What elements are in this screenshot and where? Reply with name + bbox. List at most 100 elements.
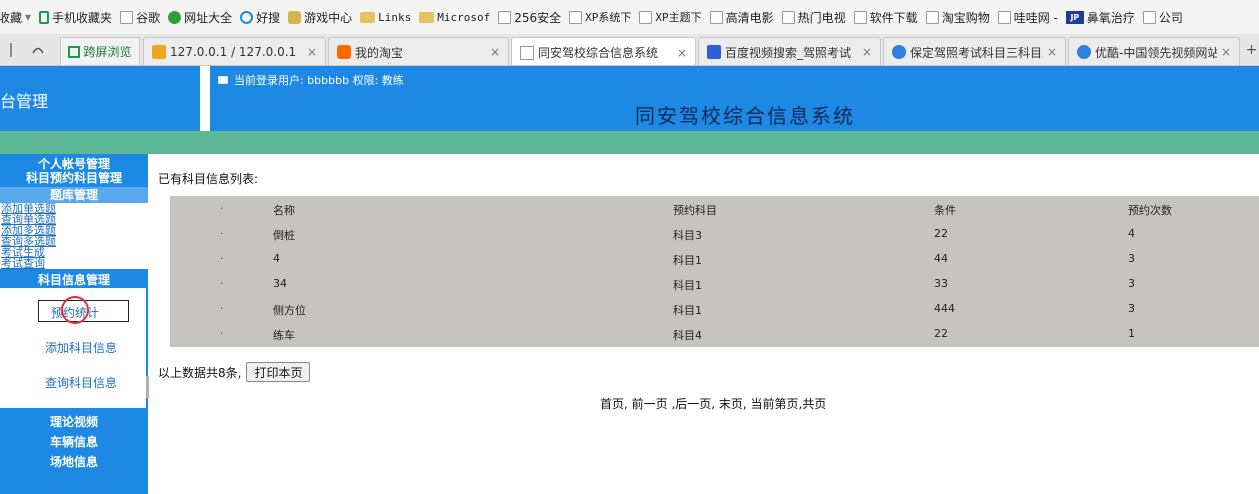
table-cell: 4: [273, 252, 280, 265]
login-info: 当前登录用户: bbbbbb 权限: 教练: [218, 72, 404, 88]
browser-tab[interactable]: 127.0.0.1 / 127.0.0.1 ×: [143, 37, 326, 65]
new-tab-button[interactable]: +: [1244, 34, 1259, 65]
bookmark-label: 256安全: [514, 10, 562, 25]
bookmark-item[interactable]: 热门电视: [781, 9, 846, 26]
bookmark-item[interactable]: 游戏中心: [288, 9, 352, 26]
bookmark-label: 鼻氧治疗: [1086, 10, 1135, 25]
bookmark-label: 收藏: [0, 10, 23, 25]
table-cell: 练车: [273, 329, 295, 342]
bookmark-item[interactable]: XP主题下: [639, 9, 702, 25]
column-header: 预约次数: [1128, 204, 1172, 217]
table-cell: 科目4: [673, 329, 702, 342]
sidebar-item-subject-info[interactable]: 科目信息管理: [0, 272, 148, 288]
booking-stats-link[interactable]: 预约统计: [38, 296, 129, 324]
sidebar-resize-handle[interactable]: [146, 376, 149, 398]
table-cell: 3: [1128, 252, 1135, 265]
bullet-icon: ·: [220, 327, 224, 340]
page-icon: [120, 10, 134, 24]
table-cell: 33: [934, 277, 948, 290]
close-icon[interactable]: ×: [1221, 45, 1231, 59]
taobao-icon: [337, 45, 351, 59]
bookmark-item[interactable]: 256安全: [498, 9, 561, 26]
close-icon[interactable]: ×: [490, 45, 500, 59]
table-row: · 侧方位 科目1 444 3: [170, 296, 1259, 321]
game-icon: [288, 10, 302, 24]
bookmark-item[interactable]: 哇哇网 -: [997, 9, 1058, 26]
bookmark-item[interactable]: 高清电影: [709, 9, 774, 26]
split-screen-label: 跨屏浏览: [83, 45, 132, 59]
query-subject-link[interactable]: 查询科目信息: [45, 374, 117, 391]
close-icon[interactable]: ×: [862, 45, 872, 59]
chevron-down-icon[interactable]: ▾: [25, 10, 31, 24]
sidebar-item-personal-account[interactable]: 个人帐号管理: [0, 154, 148, 171]
table-row: · 34 科目1 33 3: [170, 271, 1259, 296]
bookmark-item[interactable]: Links: [360, 11, 411, 24]
bullet-icon: ·: [220, 202, 224, 215]
close-icon[interactable]: ×: [677, 46, 687, 60]
close-icon[interactable]: ×: [307, 45, 317, 59]
table-cell: 科目1: [673, 304, 702, 317]
sidebar-item-theory-video[interactable]: 理论视频: [0, 414, 148, 430]
header-divider: [200, 66, 210, 131]
phone-icon: [39, 10, 50, 24]
bookmark-item[interactable]: 公司: [1142, 9, 1183, 26]
table-cell: 倒桩: [273, 229, 295, 242]
sidebar-item-site-info[interactable]: 场地信息: [0, 454, 148, 470]
bookmark-label: XP主题下: [655, 11, 702, 24]
browser-tab[interactable]: 优酷-中国领先视频网站, ×: [1068, 37, 1240, 65]
page-icon: [925, 10, 939, 24]
bookmark-item[interactable]: Microsof: [419, 11, 490, 24]
bookmark-item[interactable]: 软件下载: [853, 9, 918, 26]
sidebar-item-subject-booking[interactable]: 科目预约科目管理: [9, 172, 139, 185]
close-icon[interactable]: ×: [1047, 45, 1057, 59]
column-header: 预约科目: [673, 204, 717, 217]
split-screen-button[interactable]: 跨屏浏览: [60, 37, 140, 65]
bookmark-label: 哇哇网 -: [1013, 10, 1058, 25]
tab-title: 我的淘宝: [355, 45, 404, 60]
pagination[interactable]: 首页, 前一页 ,后一页, 末页, 当前第页,共页: [600, 395, 826, 412]
bookmark-label: Links: [378, 10, 412, 24]
bookmark-item[interactable]: 好搜: [240, 9, 280, 26]
table-cell: 科目3: [673, 229, 702, 242]
tab-scroll-left-icon[interactable]: [4, 34, 18, 65]
bookmark-item[interactable]: 手机收藏夹: [39, 9, 112, 26]
browser-tab[interactable]: 同安驾校综合信息系统 ×: [511, 37, 696, 65]
sidebar: 个人帐号管理 科目预约科目管理 题库管理 添加单选题 查询单选题 添加多选题 查询多选…: [0, 154, 148, 494]
admin-title: 台管理: [0, 92, 49, 111]
tab-title: 优酷-中国领先视频网站,: [1095, 45, 1217, 60]
bookmark-item[interactable]: 淘宝购物: [925, 9, 990, 26]
bookmark-item[interactable]: 网址大全: [168, 9, 232, 26]
bookmark-label: 网址大全: [184, 10, 233, 25]
tab-title: 保定驾照考试科目三科目三: [910, 45, 1043, 60]
jp-icon: JP: [1065, 10, 1084, 24]
table-row: · 练车 科目4 22 1: [170, 321, 1259, 346]
browser-tab[interactable]: 我的淘宝 ×: [328, 37, 509, 65]
tab-title: 127.0.0.1 / 127.0.0.1: [170, 45, 297, 59]
table-cell: 侧方位: [273, 304, 306, 317]
table-cell: 4: [1128, 227, 1135, 240]
bookmark-item[interactable]: 收藏 ▾: [0, 9, 31, 26]
question-bank-links: 添加单选题 查询单选题 添加多选题 查询多选题 考试生成 考试查询: [0, 203, 148, 269]
sidebar-item-vehicle-info[interactable]: 车辆信息: [0, 434, 148, 450]
sidebar-link[interactable]: 考试查询: [0, 258, 148, 269]
bookmark-item[interactable]: 谷歌: [120, 9, 160, 26]
browser-tab[interactable]: 保定驾照考试科目三科目三 ×: [883, 37, 1066, 65]
page-icon: [853, 10, 867, 24]
page-icon: [639, 10, 653, 24]
bookmarks-bar: 收藏 ▾ 手机收藏夹 谷歌 网址大全 好搜 游戏中心 Links Microsof 256安全 X…: [0, 0, 1259, 34]
print-page-button[interactable]: 打印本页: [246, 362, 311, 382]
split-screen-icon: [68, 45, 81, 58]
bullet-icon: ·: [220, 277, 224, 290]
table-row: · 倒桩 科目3 22 4: [170, 221, 1259, 246]
table-cell: 22: [934, 327, 948, 340]
page-icon: [498, 10, 512, 24]
bookmark-label: XP系统下: [585, 11, 632, 24]
bookmark-item[interactable]: XP系统下: [569, 9, 631, 25]
bookmark-item[interactable]: JP 鼻氧治疗: [1065, 9, 1135, 26]
globe-icon: [168, 10, 182, 24]
browser-tab[interactable]: 百度视频搜索_驾照考试 ×: [698, 37, 881, 65]
refresh-icon[interactable]: [24, 34, 52, 65]
login-text: 当前登录用户: bbbbbb 权限: 教练: [234, 74, 404, 87]
add-subject-link[interactable]: 添加科目信息: [45, 339, 117, 356]
sidebar-item-question-bank[interactable]: 题库管理: [0, 187, 148, 203]
